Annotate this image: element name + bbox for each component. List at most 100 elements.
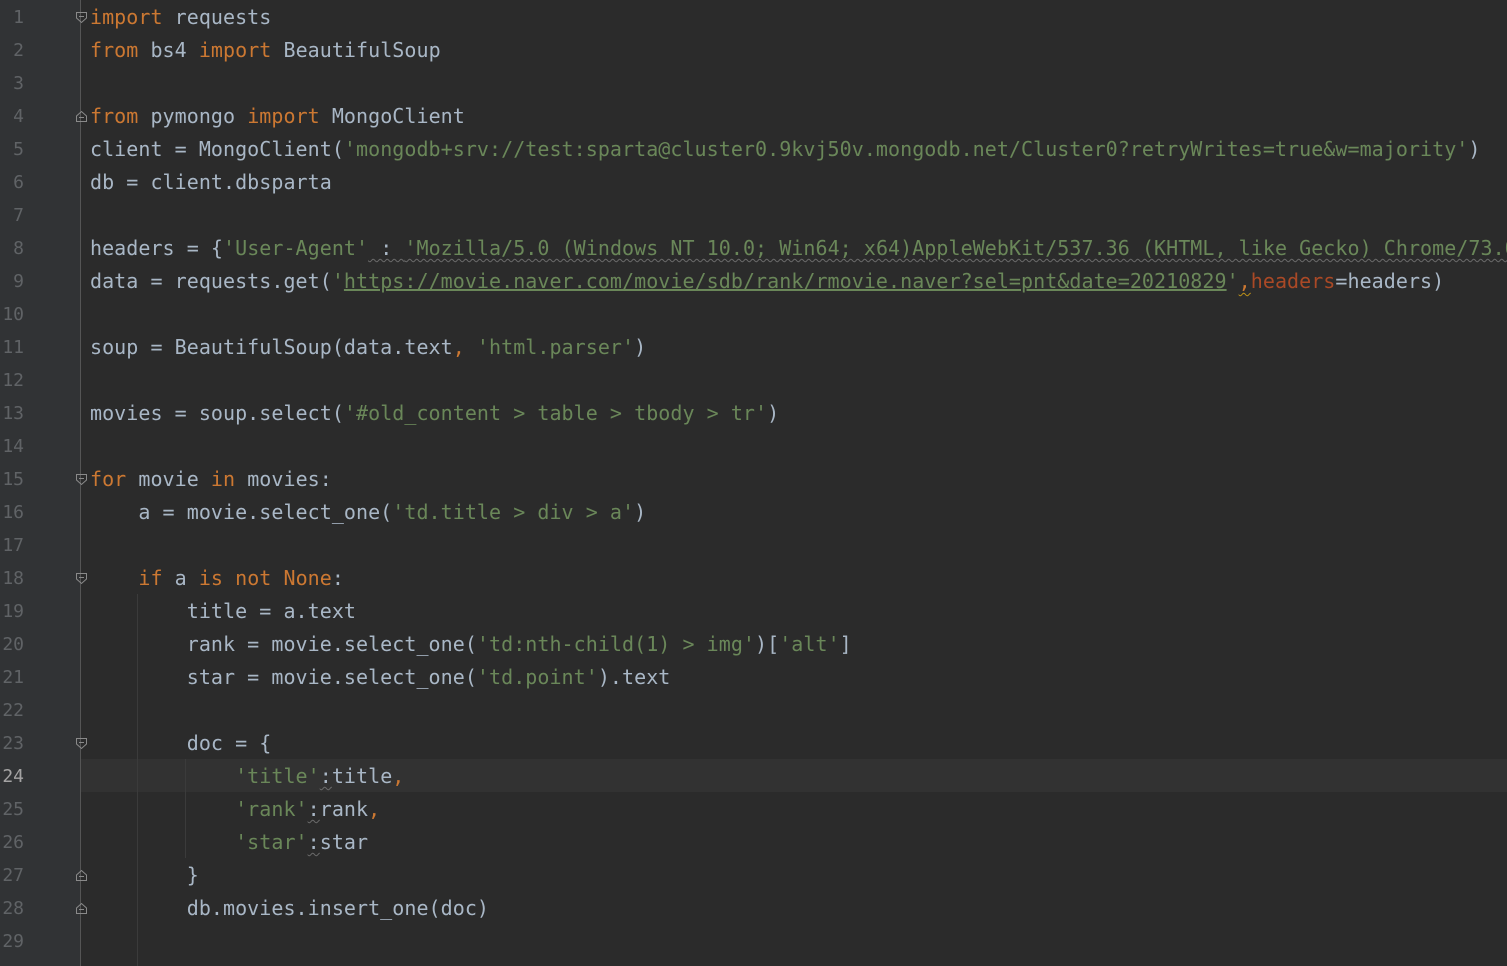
line-number: 17: [2, 535, 24, 556]
code-line-28[interactable]: db.movies.insert_one(doc): [90, 892, 489, 925]
code-line-23[interactable]: doc = {: [90, 727, 272, 760]
code-line-6[interactable]: db = client.dbsparta: [90, 166, 332, 199]
code-line-4[interactable]: from pymongo import MongoClient: [90, 100, 465, 133]
code-text: soup = BeautifulSoup(data.text: [90, 335, 453, 359]
line-number: 21: [2, 667, 24, 688]
fold-open-icon[interactable]: [75, 473, 88, 486]
string-literal: 'User-Agent': [223, 236, 369, 260]
code-text: star = movie.select_one(: [90, 665, 477, 689]
code-line-16[interactable]: a = movie.select_one('td.title > div > a…: [90, 496, 646, 529]
named-param: headers: [1250, 269, 1336, 293]
line-number: 14: [2, 436, 24, 457]
line-number: 25: [2, 799, 24, 820]
line-number: 22: [2, 700, 24, 721]
code-text: :: [319, 764, 332, 788]
fold-open-icon[interactable]: [75, 737, 88, 750]
string-literal: 'Mozilla/5.0 (Windows NT 10.0; Win64; x6…: [404, 236, 1507, 260]
code-line-5[interactable]: client = MongoClient('mongodb+srv://test…: [90, 133, 1480, 166]
line-number: 1: [13, 7, 24, 28]
code-line-26[interactable]: 'star':star: [90, 826, 368, 859]
code-text: ]: [839, 632, 852, 656]
keyword: from: [90, 38, 139, 62]
code-line-21[interactable]: star = movie.select_one('td.point').text: [90, 661, 671, 694]
code-line-9[interactable]: data = requests.get('https://movie.naver…: [90, 265, 1444, 298]
line-number: 19: [2, 601, 24, 622]
code-line-20[interactable]: rank = movie.select_one('td:nth-child(1)…: [90, 628, 852, 661]
line-number: 15: [2, 469, 24, 490]
line-number: 9: [13, 271, 24, 292]
fold-close-icon[interactable]: [75, 869, 88, 882]
code-line-2[interactable]: from bs4 import BeautifulSoup: [90, 34, 441, 67]
line-number: 6: [13, 172, 24, 193]
code-text: ): [1468, 137, 1481, 161]
line-number: 10: [2, 304, 24, 325]
keyword: for: [90, 467, 127, 491]
code-line-11[interactable]: soup = BeautifulSoup(data.text, 'html.pa…: [90, 331, 646, 364]
fold-open-icon[interactable]: [75, 11, 88, 24]
string-literal: 'rank': [235, 797, 308, 821]
string-literal: 'star': [235, 830, 308, 854]
code-text: :: [368, 236, 405, 260]
code-text: data = requests.get(: [90, 269, 332, 293]
code-text: a = movie.select_one(: [90, 500, 393, 524]
line-number: 3: [13, 73, 24, 94]
line-number: 2: [13, 40, 24, 61]
line-number: 18: [2, 568, 24, 589]
keyword: None: [283, 566, 332, 590]
code-line-25[interactable]: 'rank':rank,: [90, 793, 380, 826]
fold-close-icon[interactable]: [75, 110, 88, 123]
fold-close-icon[interactable]: [75, 902, 88, 915]
code-line-18[interactable]: if a is not None:: [90, 562, 344, 595]
line-number: 16: [2, 502, 24, 523]
code-editor[interactable]: 1 2 3 4 5 6 7 8 9 10 11 12 13 14 15 16 1…: [0, 0, 1507, 966]
code-text: headers = {: [90, 236, 224, 260]
code-text: rank = movie.select_one(: [90, 632, 477, 656]
code-text: ): [634, 500, 647, 524]
line-number: 8: [13, 238, 24, 259]
line-number: 27: [2, 865, 24, 886]
code-text: :: [307, 797, 320, 821]
line-number: 13: [2, 403, 24, 424]
line-number-gutter[interactable]: 1 2 3 4 5 6 7 8 9 10 11 12 13 14 15 16 1…: [0, 0, 81, 966]
code-text: bs4: [138, 38, 199, 62]
code-line-19[interactable]: title = a.text: [90, 595, 356, 628]
line-number-active: 24: [2, 766, 24, 787]
keyword: from: [90, 104, 139, 128]
code-line-15[interactable]: for movie in movies:: [90, 463, 332, 496]
line-number: 28: [2, 898, 24, 919]
code-text: star: [319, 830, 369, 854]
code-line-1[interactable]: import requests: [90, 1, 271, 34]
code-text: MongoClient: [319, 104, 465, 128]
string-literal: 'mongodb+srv://test:sparta@cluster0.9kvj…: [343, 137, 1469, 161]
url-link[interactable]: https://movie.naver.com/movie/sdb/rank/r…: [344, 269, 1227, 293]
code-text: )[: [755, 632, 780, 656]
string-literal: 'td.title > div > a': [392, 500, 635, 524]
code-line-8[interactable]: headers = {'User-Agent' : 'Mozilla/5.0 (…: [90, 232, 1507, 265]
code-text: movies = soup.select(: [90, 401, 344, 425]
string-literal: 'title': [235, 764, 320, 788]
string-literal: 'td.point': [476, 665, 598, 689]
string-literal: 'html.parser': [476, 335, 635, 359]
string-literal: ': [331, 269, 344, 293]
fold-open-icon[interactable]: [75, 572, 88, 585]
keyword: not: [235, 566, 272, 590]
code-text: :: [307, 830, 320, 854]
keyword: if: [138, 566, 163, 590]
code-text: BeautifulSoup: [271, 38, 441, 62]
code-line-24[interactable]: 'title':title,: [90, 760, 404, 793]
code-text: client = MongoClient(: [90, 137, 344, 161]
line-number: 29: [2, 931, 24, 952]
code-text: ).text: [597, 665, 671, 689]
code-line-13[interactable]: movies = soup.select('#old_content > tab…: [90, 397, 779, 430]
code-line-27[interactable]: }: [90, 859, 199, 892]
keyword: in: [210, 467, 236, 491]
code-text: title: [331, 764, 393, 788]
line-number: 23: [2, 733, 24, 754]
line-number: 5: [13, 139, 24, 160]
line-number: 26: [2, 832, 24, 853]
code-text: title = a.text: [90, 599, 357, 623]
code-text: db = client.dbsparta: [90, 170, 332, 194]
